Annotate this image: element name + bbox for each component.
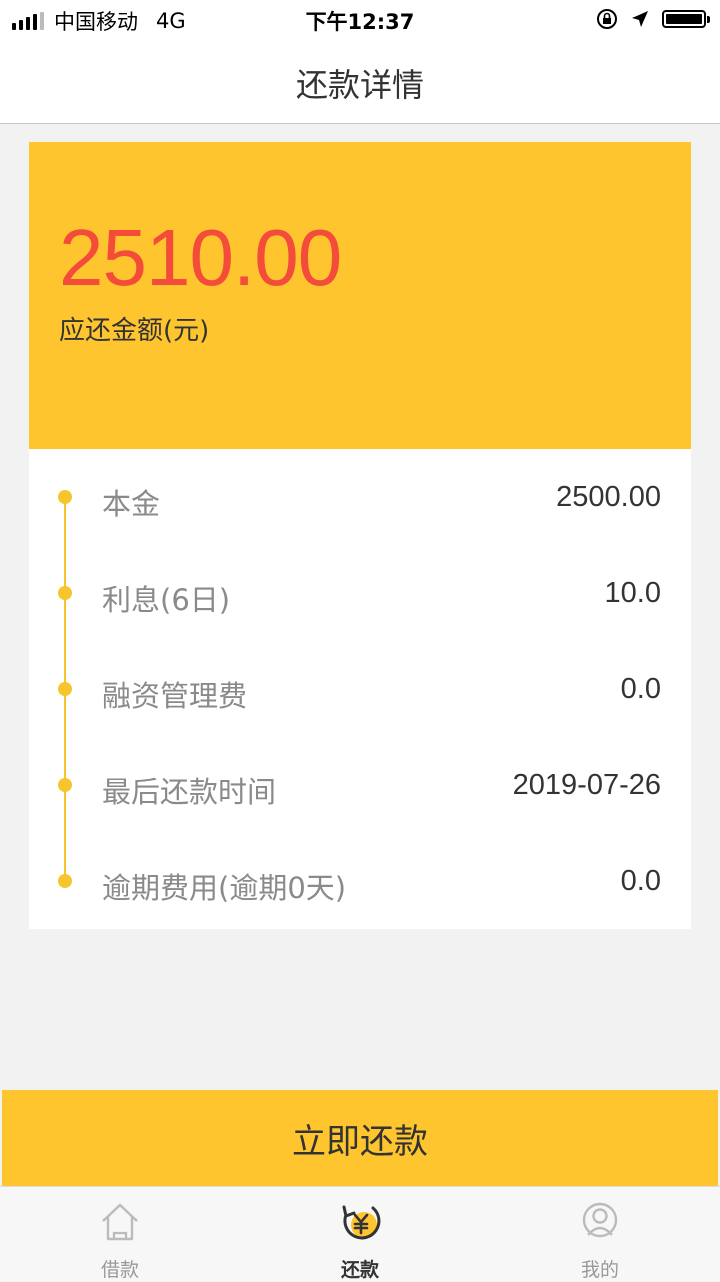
detail-value: 0.0 [620,865,661,897]
detail-row-due-date: 最后还款时间 2019-07-26 [29,755,691,815]
tab-repay[interactable]: 还款 [240,1187,480,1281]
timeline-dot [58,874,72,888]
repay-now-button[interactable]: 立即还款 [2,1090,718,1186]
timeline-dot [58,490,72,504]
rotation-lock-icon [597,9,617,29]
detail-card: 本金 2500.00 利息(6日) 10.0 融资管理费 0.0 最后还款时间 … [29,449,691,929]
status-bar: 中国移动 4G 下午12:37 [0,0,720,40]
detail-label: 融资管理费 [102,679,248,713]
detail-label: 本金 [102,487,161,521]
home-icon [102,1203,138,1241]
timeline-dot [58,778,72,792]
detail-row-interest: 利息(6日) 10.0 [29,563,691,623]
amount-card: 2510.00 应还金额(元) [29,142,691,449]
page-title: 还款详情 [295,66,424,104]
detail-label: 利息(6日) [102,583,231,617]
battery-icon [662,10,710,28]
tab-borrow[interactable]: 借款 [0,1187,240,1281]
tab-label: 我的 [580,1259,619,1281]
detail-value: 2500.00 [556,481,661,513]
repay-yen-icon [342,1205,381,1240]
detail-row-overdue-fee: 逾期费用(逾期0天) 0.0 [29,851,691,911]
tab-label: 借款 [100,1259,139,1281]
tab-label: 还款 [340,1259,379,1281]
detail-label: 逾期费用(逾期0天) [102,871,347,905]
timeline-dot [58,682,72,696]
timeline-dot [58,586,72,600]
amount-due-label: 应还金额(元) [59,316,210,346]
nav-bar: 还款详情 [0,40,720,124]
detail-row-management-fee: 融资管理费 0.0 [29,659,691,719]
detail-row-principal: 本金 2500.00 [29,467,691,527]
detail-label: 最后还款时间 [102,775,277,809]
detail-value: 2019-07-26 [512,769,661,801]
location-arrow-icon [632,11,648,27]
detail-value: 10.0 [604,577,661,609]
tab-mine[interactable]: 我的 [480,1187,720,1281]
tab-bar: 借款 还款 我的 [0,1186,720,1281]
amount-due-value: 2510.00 [59,213,342,302]
detail-value: 0.0 [620,673,661,705]
user-icon [582,1202,618,1238]
status-right [596,8,710,30]
